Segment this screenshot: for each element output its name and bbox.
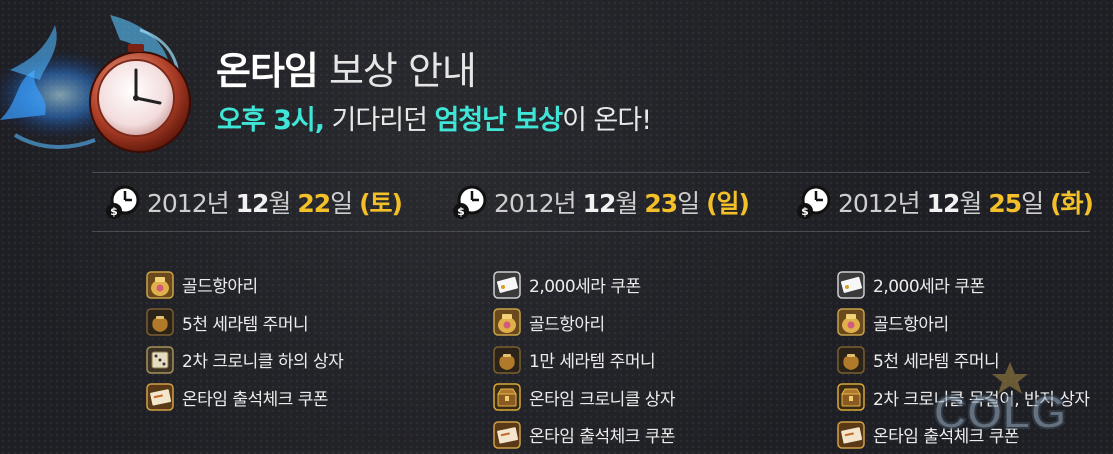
reward-label: 온타임 크로니클 상자 [529,389,676,410]
reward-label: 2차 크로니클 하의 상자 [182,352,344,373]
coupon-icon [837,421,865,449]
reward-item: 1만 세라템 주머니 [493,341,675,379]
reward-list-1: 골드항아리 5천 세라템 주머니 2차 크로니클 하의 상자온타임 출석체크 쿠폰 [146,266,344,417]
pouch-icon [146,308,174,336]
pouch-icon [493,346,521,374]
date-text: 2012년 12월 22일 (토) [147,189,403,218]
date-text: 2012년 12월 25일 (화) [838,189,1094,218]
coupon-icon [146,383,174,411]
reward-item: 온타임 출석체크 쿠폰 [146,379,343,417]
title-rest: 보상 안내 [317,49,477,93]
clock-dollar-icon: $ [453,185,487,219]
clock-dollar-icon: $ [106,185,140,219]
divider-bottom [92,231,1090,232]
reward-item: 2,000세라 쿠폰 [493,266,675,304]
gold-pot-icon [146,271,174,299]
gold-pot-icon [493,308,521,336]
chest-icon [837,383,865,411]
svg-text:$: $ [801,205,809,218]
reward-list-2: 2,000세라 쿠폰골드항아리 1만 세라템 주머니온타임 크로니클 상자온타임 … [493,266,676,454]
date-header-1: $ 2012년 12월 22일 (토) [105,182,403,222]
reward-item: 2차 크로니클 하의 상자 [146,341,344,379]
svg-text:$: $ [457,205,465,218]
reward-item: 5천 세라템 주머니 [146,304,343,342]
reward-label: 2,000세라 쿠폰 [873,277,985,298]
coupon-icon [493,421,521,449]
page-title: 온타임 보상 안내 [216,40,477,95]
reward-label: 2,000세라 쿠폰 [529,277,641,298]
reward-label: 골드항아리 [182,277,258,298]
title-emphasis: 온타임 [216,49,319,93]
reward-item: 골드항아리 [837,304,1090,342]
gold-pot-icon [837,308,865,336]
svg-text:$: $ [110,205,118,218]
reward-label: 5천 세라템 주머니 [182,314,309,335]
clock-dollar-icon: $ [797,185,831,219]
svg-text:COLG: COLG [934,386,1067,438]
chest-icon [493,383,521,411]
reward-item: 골드항아리 [146,266,343,304]
reward-item: 골드항아리 [493,304,675,342]
date-text: 2012년 12월 23일 (일) [494,189,750,218]
reward-label: 골드항아리 [873,314,949,335]
reward-label: 골드항아리 [529,314,605,335]
reward-item: 온타임 출석체크 쿠폰 [493,416,676,454]
clock-icon [0,15,191,153]
dice-box-icon [146,346,174,374]
reward-label: 온타임 출석체크 쿠폰 [529,427,676,448]
subtitle-middle: 기다리던 [323,105,435,136]
pouch-icon [837,346,865,374]
reward-label: 온타임 출석체크 쿠폰 [182,389,329,410]
reward-label: 1만 세라템 주머니 [529,352,656,373]
subtitle-time: 오후 3시, [217,105,325,136]
subtitle-emphasis: 엄청난 보상 [434,105,564,136]
divider-top [92,172,1090,173]
reward-item: 2,000세라 쿠폰 [837,266,1090,304]
watermark-logo: COLG [933,362,1067,439]
reward-item: 온타임 크로니클 상자 [493,379,676,417]
cera-coupon-icon [493,271,521,299]
subtitle-end: 이 온다! [562,105,652,136]
date-header-2: $ 2012년 12월 23일 (일) [452,182,750,222]
page-subtitle: 오후 3시, 기다리던 엄청난 보상이 온다! [217,98,652,137]
date-header-3: $ 2012년 12월 25일 (화) [796,182,1094,222]
cera-coupon-icon [837,271,865,299]
